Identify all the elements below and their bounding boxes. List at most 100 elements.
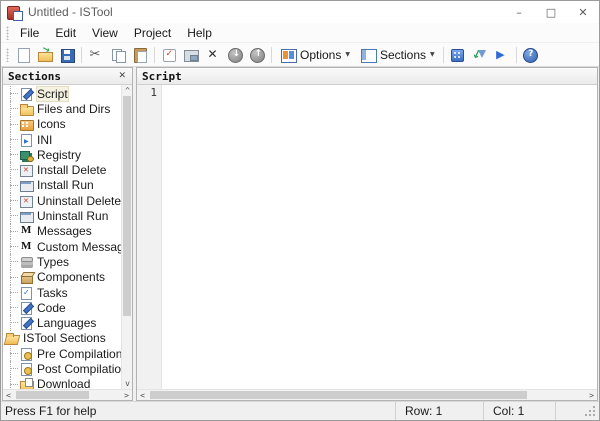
menu-view[interactable]: View [84,23,126,42]
compile-page-icon [19,362,34,376]
sidebar-item-label: Custom Message [37,240,121,254]
sidebar-item-install-delete[interactable]: Install Delete [3,162,121,177]
sidebar-item-script[interactable]: Script [3,86,121,101]
maximize-button[interactable]: □ [535,1,567,23]
editor-hscroll-thumb[interactable] [150,391,527,399]
open-button[interactable] [34,45,56,65]
close-button[interactable]: ✕ [567,1,599,23]
scroll-right-icon[interactable]: > [586,390,597,401]
script-editor-area[interactable] [162,85,597,389]
folder-open-icon [5,331,20,345]
line-number: 1 [150,86,157,99]
menu-edit[interactable]: Edit [47,23,84,42]
sidebar-horizontal-scrollbar[interactable]: < > [3,389,132,400]
move-up-button[interactable] [246,45,268,65]
compile-button[interactable] [447,45,469,65]
minimize-button[interactable]: – [503,1,535,23]
sidebar-item-ini[interactable]: INI [3,132,121,147]
sidebar-item-tasks[interactable]: Tasks [3,285,121,300]
scroll-right-icon[interactable]: > [121,390,132,401]
toolbar: Options▼Sections▼ [1,43,599,67]
status-row-value: Row: 1 [405,404,442,418]
sidebar-item-uninstall-run[interactable]: Uninstall Run [3,208,121,223]
save-button[interactable] [56,45,78,65]
add-entry-button[interactable] [158,45,180,65]
sidebar-item-icons[interactable]: Icons [3,117,121,132]
ini-page-icon [19,133,34,147]
sections-button[interactable]: Sections▼ [355,45,440,65]
options-button[interactable]: Options▼ [275,45,355,65]
sidebar-item-custom-message[interactable]: Custom Message [3,239,121,254]
sidebar-item-label: Install Run [37,178,94,192]
sidebar-item-languages[interactable]: Languages [3,315,121,330]
toolbar-separator [443,47,444,63]
sidebar-item-label: Script [37,87,68,101]
script-page-icon [19,301,34,315]
new-button[interactable] [12,45,34,65]
sidebar-item-label: Components [37,270,105,284]
copy-button[interactable] [107,45,129,65]
toolbar-separator [81,47,82,63]
toolbar-gripper [6,48,9,62]
resize-grip[interactable] [585,406,597,418]
cut-button[interactable] [85,45,107,65]
sidebar-item-uninstall-delete[interactable]: Uninstall Delete [3,193,121,208]
test-button[interactable] [469,45,491,65]
scroll-left-icon[interactable]: < [137,390,148,401]
sections-panel-close-button[interactable]: ✕ [117,71,127,81]
window-delete-icon [19,194,34,208]
delete-entry-icon [205,47,222,63]
sidebar-item-types[interactable]: Types [3,254,121,269]
sidebar-item-istool-sections[interactable]: ISTool Sections [3,331,121,346]
component-box-icon [19,270,34,284]
editor-panel: Script 1 < > [136,67,598,401]
sidebar-item-label: Install Delete [37,163,106,177]
scroll-left-icon[interactable]: < [3,390,14,401]
sidebar-item-download[interactable]: Download [3,377,121,389]
sidebar-vertical-scrollbar[interactable]: ^ v [121,85,132,389]
folder-files-icon [19,102,34,116]
menu-file[interactable]: File [12,23,47,42]
status-col-value: Col: 1 [493,404,524,418]
sidebar-item-label: INI [37,133,52,147]
sidebar-item-components[interactable]: Components [3,270,121,285]
message-m-icon [19,240,34,254]
types-stack-icon [19,255,34,269]
sidebar-item-label: Pre Compilation S [37,347,121,361]
sidebar-hscroll-thumb[interactable] [16,391,89,399]
paste-icon [132,47,149,63]
window-run-icon [19,178,34,192]
folder-icons-icon [19,117,34,131]
move-down-icon [227,47,244,63]
move-down-button[interactable] [224,45,246,65]
sidebar-item-pre-compilation-s[interactable]: Pre Compilation S [3,346,121,361]
help-button[interactable] [520,45,542,65]
menubar-gripper [6,26,9,40]
window-title: Untitled - ISTool [28,5,113,19]
status-row-indicator: Row: 1 [395,402,483,420]
add-entry-icon [161,47,178,63]
sidebar-item-code[interactable]: Code [3,300,121,315]
run-button[interactable] [491,45,513,65]
sidebar-vscroll-thumb[interactable] [123,96,131,316]
delete-entry-button[interactable] [202,45,224,65]
menu-project[interactable]: Project [126,23,179,42]
titlebar[interactable]: Untitled - ISTool – □ ✕ [1,1,599,23]
sidebar-item-label: Tasks [37,286,68,300]
sections-panel-header: Sections ✕ [3,68,132,85]
sidebar-item-files-and-dirs[interactable]: Files and Dirs [3,101,121,116]
status-col-indicator: Col: 1 [483,402,555,420]
sidebar-item-label: Files and Dirs [37,102,110,116]
sidebar-item-registry[interactable]: Registry [3,147,121,162]
sidebar-item-install-run[interactable]: Install Run [3,178,121,193]
scroll-up-icon[interactable]: ^ [122,85,132,96]
edit-entry-button[interactable] [180,45,202,65]
editor-horizontal-scrollbar[interactable]: < > [137,389,597,400]
sidebar-item-post-compilation[interactable]: Post Compilation [3,361,121,376]
move-up-icon [249,47,266,63]
menu-help[interactable]: Help [179,23,220,42]
sidebar-item-label: Download [37,377,90,389]
sidebar-item-messages[interactable]: Messages [3,224,121,239]
paste-button[interactable] [129,45,151,65]
scroll-down-icon[interactable]: v [122,378,132,389]
